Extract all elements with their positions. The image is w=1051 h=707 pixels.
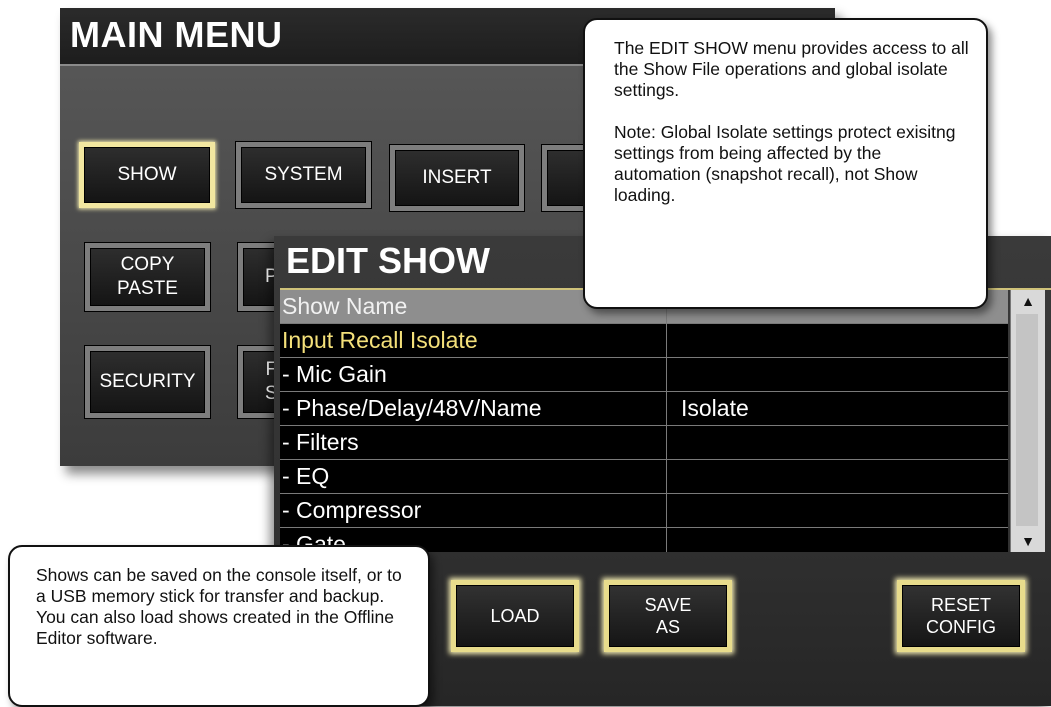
load-button-label: LOAD xyxy=(490,606,540,626)
security-button-label: SECURITY xyxy=(99,371,196,392)
table-row[interactable]: - Mic Gain xyxy=(280,358,1008,392)
system-button[interactable]: SYSTEM xyxy=(236,142,371,208)
row-value xyxy=(667,426,1008,459)
callout-note: Note: Global Isolate settings protect ex… xyxy=(614,122,956,205)
save-as-button[interactable]: SAVE AS xyxy=(604,580,732,652)
insert-button-label: INSERT xyxy=(422,167,492,188)
copy-paste-button-label: COPY PASTE xyxy=(117,254,178,299)
callout-paragraph: The EDIT SHOW menu provides access to al… xyxy=(614,38,969,100)
insert-button[interactable]: INSERT xyxy=(390,145,524,211)
row-label: - Compressor xyxy=(280,494,667,527)
system-button-label: SYSTEM xyxy=(264,164,343,185)
scroll-down-arrow-icon[interactable]: ▼ xyxy=(1011,530,1045,552)
row-label: - Mic Gain xyxy=(280,358,667,391)
copy-paste-button[interactable]: COPY PASTE xyxy=(85,243,210,311)
save-as-button-label: SAVE AS xyxy=(644,595,692,637)
row-label: - EQ xyxy=(280,460,667,493)
reset-config-button[interactable]: RESET CONFIG xyxy=(897,580,1025,652)
scroll-up-arrow-icon[interactable]: ▲ xyxy=(1011,290,1045,312)
table-scrollbar[interactable]: ▲ ▼ xyxy=(1010,290,1045,552)
scroll-thumb[interactable] xyxy=(1016,314,1038,526)
row-value xyxy=(667,324,1008,357)
row-label: - Phase/Delay/48V/Name xyxy=(280,392,667,425)
show-button-label: SHOW xyxy=(117,164,177,185)
table-row[interactable]: Input Recall Isolate xyxy=(280,324,1008,358)
row-label: Input Recall Isolate xyxy=(280,324,667,357)
row-value xyxy=(667,358,1008,391)
row-value xyxy=(667,494,1008,527)
main-menu-title: MAIN MENU xyxy=(70,14,283,55)
row-value: Isolate xyxy=(681,395,749,421)
save-load-info-callout: Shows can be saved on the console itself… xyxy=(8,545,430,707)
edit-show-info-callout: The EDIT SHOW menu provides access to al… xyxy=(583,18,988,309)
row-label: - Filters xyxy=(280,426,667,459)
security-button[interactable]: SECURITY xyxy=(85,346,210,418)
reset-config-button-label: RESET CONFIG xyxy=(926,595,996,637)
load-button[interactable]: LOAD xyxy=(451,580,579,652)
isolate-settings-table: Show Name Input Recall Isolate - Mic Gai… xyxy=(280,290,1008,552)
show-button[interactable]: SHOW xyxy=(79,142,215,208)
table-row[interactable]: - EQ xyxy=(280,460,1008,494)
table-row[interactable]: - Compressor xyxy=(280,494,1008,528)
row-value xyxy=(667,528,1008,552)
callout-paragraph: Shows can be saved on the console itself… xyxy=(36,565,402,648)
table-row[interactable]: - Phase/Delay/48V/Name Isolate xyxy=(280,392,1008,426)
edit-show-title: EDIT SHOW xyxy=(286,240,490,281)
row-value xyxy=(667,460,1008,493)
table-row[interactable]: - Filters xyxy=(280,426,1008,460)
